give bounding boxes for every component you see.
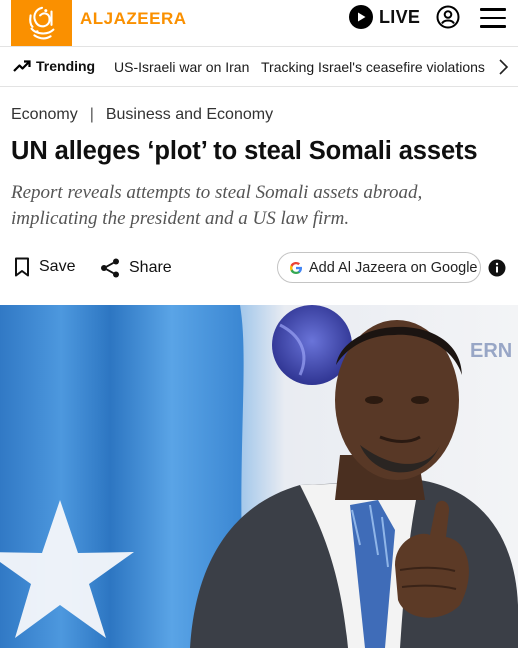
trending-label: Trending [36, 58, 96, 74]
share-button[interactable]: Share [99, 257, 172, 279]
logo-calligraphy-icon [28, 6, 54, 40]
share-icon [101, 258, 119, 278]
aljazeera-logo[interactable] [11, 0, 72, 46]
share-label: Share [129, 259, 172, 276]
play-icon [349, 5, 373, 29]
backdrop-text: ERN [470, 340, 512, 362]
save-label: Save [39, 258, 76, 275]
article-hero-image: ERN [0, 305, 518, 648]
site-header: ALJAZEERA LIVE [0, 0, 518, 47]
chevron-right-icon[interactable] [496, 58, 510, 76]
save-button[interactable]: Save [13, 257, 75, 277]
article-headline: UN alleges ‘plot’ to steal Somali assets [11, 137, 478, 165]
live-button[interactable]: LIVE [349, 5, 420, 29]
breadcrumb: Economy | Business and Economy [11, 106, 273, 124]
breadcrumb-business-economy[interactable]: Business and Economy [106, 106, 273, 124]
breadcrumb-economy[interactable]: Economy [11, 106, 78, 124]
google-g-icon [290, 261, 302, 274]
trending-arrow-icon [13, 60, 31, 72]
trending-link[interactable]: US-Israeli war on Iran [114, 59, 249, 75]
info-icon[interactable] [488, 259, 506, 277]
trending-bar: Trending US-Israeli war on Iran Tracking… [0, 47, 518, 87]
add-on-google-label: Add Al Jazeera on Google [309, 259, 478, 276]
breadcrumb-separator: | [89, 106, 94, 123]
live-label: LIVE [379, 6, 421, 27]
menu-icon[interactable] [480, 8, 506, 28]
article-subheading: Report reveals attempts to steal Somali … [11, 182, 423, 229]
add-on-google-button[interactable]: Add Al Jazeera on Google [277, 252, 481, 283]
bookmark-icon [15, 257, 29, 277]
hero-illustration: ERN [0, 305, 518, 648]
account-icon[interactable] [436, 5, 460, 29]
logo-wordmark[interactable]: ALJAZEERA [80, 9, 187, 29]
trending-link[interactable]: Tracking Israel's ceasefire violations [261, 59, 485, 75]
